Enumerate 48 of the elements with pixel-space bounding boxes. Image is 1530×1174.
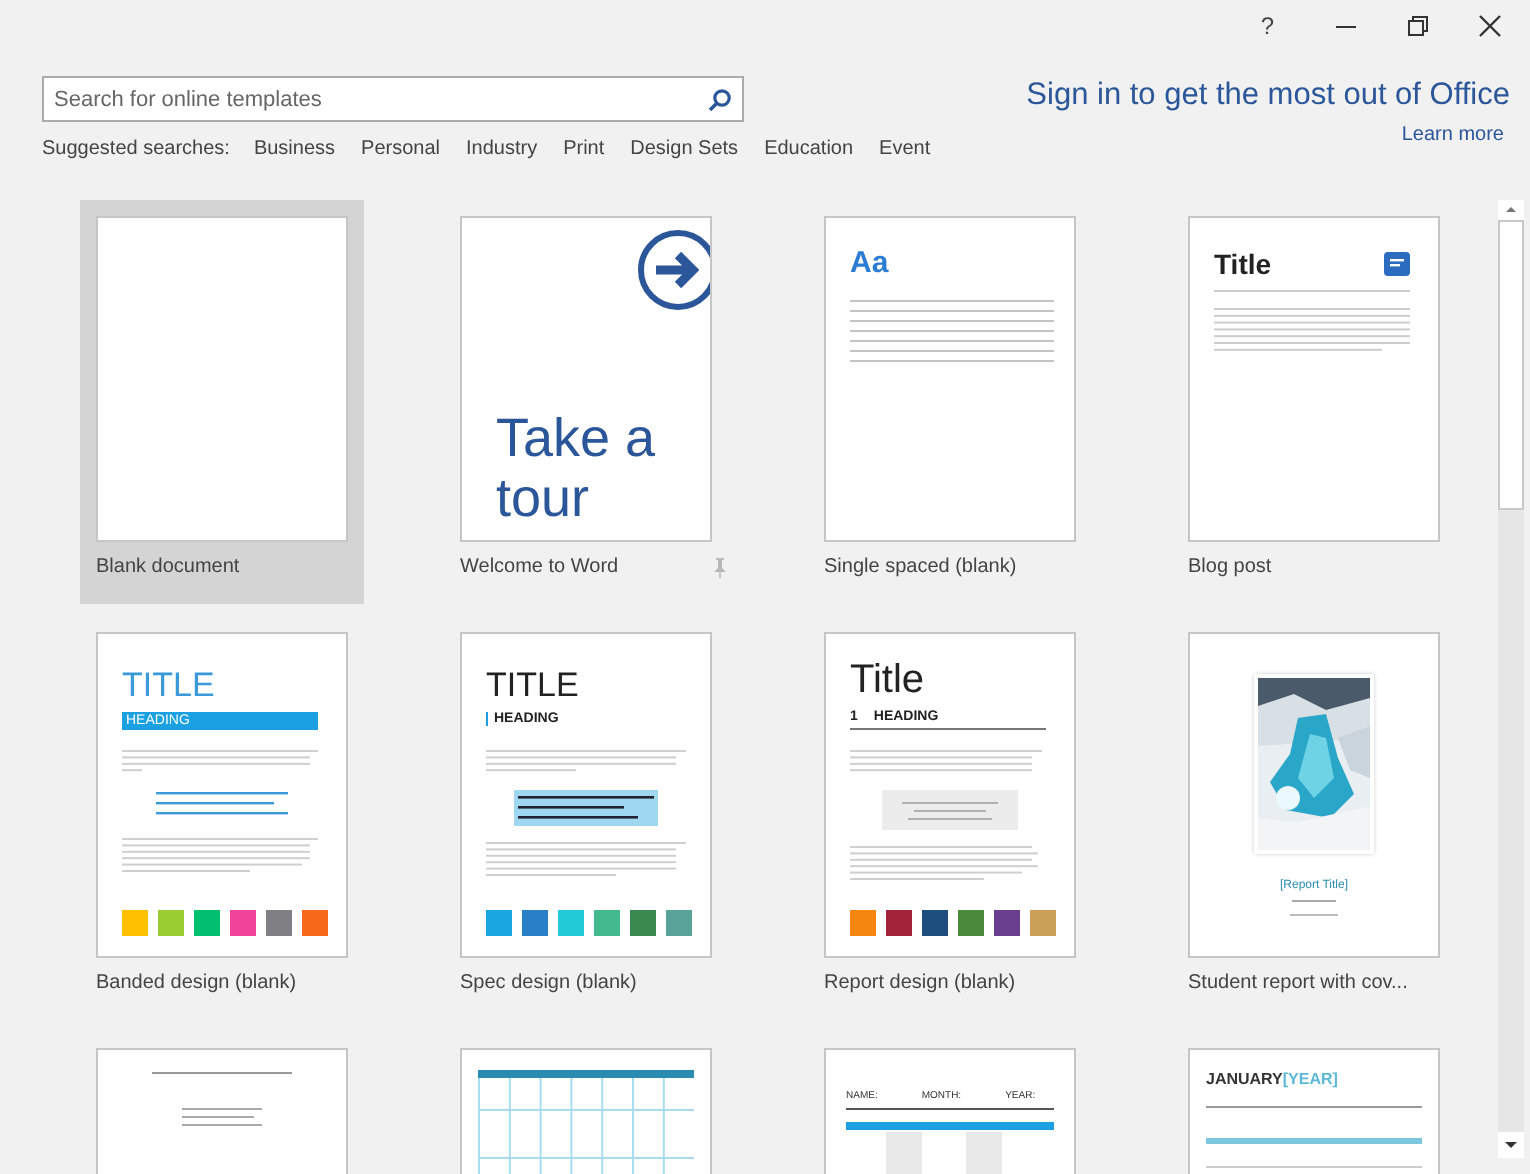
- pin-icon: [712, 557, 728, 577]
- sample-title: Title: [1214, 248, 1272, 280]
- text-lines-drawing: [152, 1070, 292, 1078]
- sign-in-link[interactable]: Sign in to get the most out of Office: [1026, 78, 1510, 114]
- scrollbar[interactable]: [1498, 200, 1524, 1158]
- learn-more-link[interactable]: Learn more: [1026, 124, 1504, 146]
- template-tile[interactable]: JANUARY[YEAR]: [1172, 1032, 1456, 1174]
- template-tile[interactable]: Title Blog post: [1172, 200, 1456, 604]
- template-name: Spec design (blank): [460, 972, 637, 994]
- restore-icon[interactable]: [1406, 14, 1430, 38]
- suggested-search-link[interactable]: Business: [253, 138, 336, 160]
- quote-box-drawing: [882, 789, 1018, 830]
- template-name: Blank document: [96, 556, 240, 578]
- highlight-box-drawing: [514, 789, 658, 826]
- template-name: Blog post: [1188, 556, 1272, 578]
- scroll-down-icon[interactable]: [1498, 1132, 1524, 1158]
- suggested-searches-label: Suggested searches:: [42, 138, 230, 160]
- template-name: Report design (blank): [824, 972, 1016, 994]
- tour-heading: Take a tour: [496, 408, 658, 528]
- suggested-search-link[interactable]: Personal: [361, 138, 440, 160]
- scrollbar-thumb[interactable]: [1498, 220, 1524, 510]
- template-name: Banded design (blank): [96, 972, 297, 994]
- text-lines-drawing: [1292, 898, 1336, 906]
- template-tile[interactable]: Blank document: [80, 200, 364, 604]
- text-lines-drawing: [182, 1106, 262, 1132]
- search-icon[interactable]: [708, 88, 732, 112]
- help-button[interactable]: ?: [1260, 12, 1274, 40]
- sample-heading: Aa: [850, 246, 889, 280]
- sample-title: TITLE: [486, 666, 579, 706]
- close-icon[interactable]: [1478, 14, 1502, 38]
- month-title: JANUARY: [1206, 1070, 1283, 1088]
- template-name: Student report with cov...: [1188, 972, 1408, 994]
- template-tile[interactable]: Aa Single spaced (blank): [808, 200, 1092, 604]
- template-name: Welcome to Word: [460, 556, 619, 578]
- suggested-search-link[interactable]: Industry: [466, 138, 538, 160]
- suggested-search-link[interactable]: Event: [879, 138, 931, 160]
- sample-title: Title: [850, 658, 925, 704]
- year-title: [YEAR]: [1282, 1070, 1338, 1088]
- scroll-up-icon[interactable]: [1498, 200, 1524, 220]
- sample-title: TITLE: [122, 666, 215, 706]
- text-lines-drawing: [1290, 912, 1338, 920]
- template-name: Single spaced (blank): [824, 556, 1017, 578]
- search-field[interactable]: Search for online templates: [42, 76, 744, 122]
- template-tile[interactable]: Take a tour Welcome to Word: [444, 200, 728, 604]
- suggested-search-link[interactable]: Design Sets: [630, 138, 739, 160]
- comment-icon: [1384, 252, 1410, 276]
- suggested-search-link[interactable]: Print: [563, 138, 605, 160]
- suggested-search-link[interactable]: Education: [764, 138, 854, 160]
